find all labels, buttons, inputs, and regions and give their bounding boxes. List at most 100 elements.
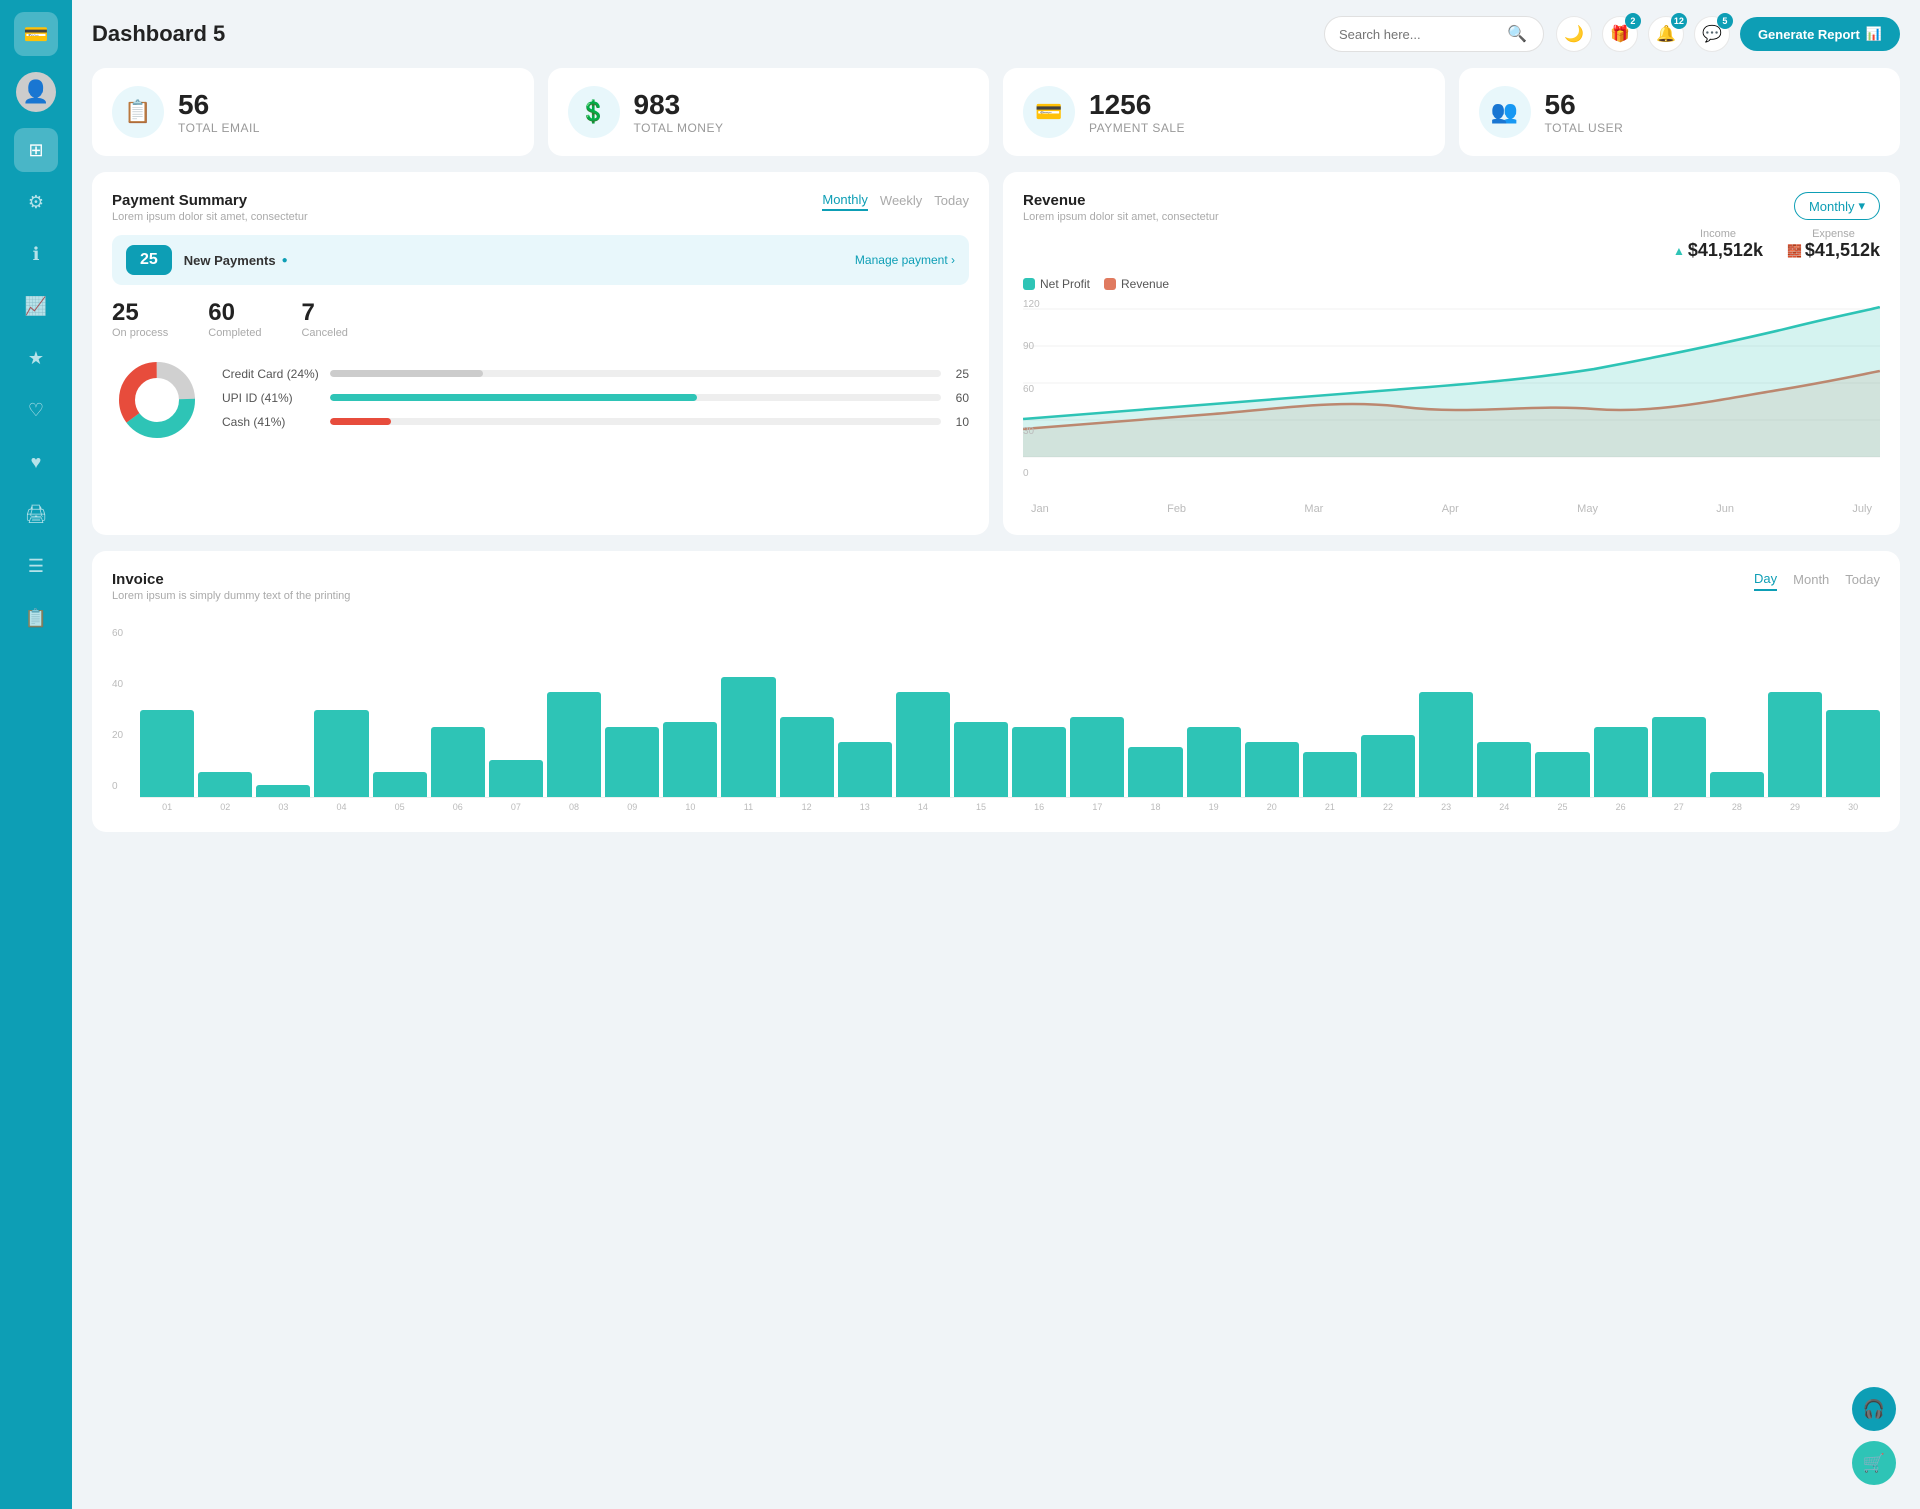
bar-03 [256, 785, 310, 798]
x-label-16: 16 [1012, 802, 1066, 812]
stat-on-process: 25 On process [112, 299, 168, 339]
sidebar-item-settings[interactable]: ⚙ [14, 180, 58, 224]
bar-row-cash: Cash (41%) 10 [222, 415, 969, 429]
bar-29 [1768, 692, 1822, 797]
x-label-07: 07 [489, 802, 543, 812]
generate-report-button[interactable]: Generate Report 📊 [1740, 17, 1900, 51]
inv-y-40: 40 [112, 679, 123, 690]
gift-notification-btn[interactable]: 🎁 2 [1602, 16, 1638, 52]
sidebar-item-list[interactable]: 📋 [14, 596, 58, 640]
sidebar-item-print[interactable]: 🖨 [14, 492, 58, 536]
bar-col-28 [1710, 628, 1764, 797]
payment-icon-box: 💳 [1023, 86, 1075, 138]
x-label-06: 06 [431, 802, 485, 812]
tab-today-invoice[interactable]: Today [1845, 571, 1880, 591]
revenue-monthly-btn[interactable]: Monthly ▾ [1794, 192, 1880, 220]
bar-col-24 [1477, 628, 1531, 797]
stat-value-user: 56 [1545, 89, 1624, 121]
sidebar-item-favorites[interactable]: ★ [14, 336, 58, 380]
tab-month-invoice[interactable]: Month [1793, 571, 1829, 591]
search-box[interactable]: 🔍 [1324, 16, 1544, 52]
search-input[interactable] [1339, 27, 1499, 42]
x-label-25: 25 [1535, 802, 1589, 812]
x-label-27: 27 [1652, 802, 1706, 812]
x-label-24: 24 [1477, 802, 1531, 812]
bar-col-09 [605, 628, 659, 797]
chat-notification-btn[interactable]: 💬 5 [1694, 16, 1730, 52]
bar-col-12 [780, 628, 834, 797]
bar-bg-cash [330, 418, 941, 425]
revenue-legend: Net Profit Revenue [1023, 277, 1880, 291]
sidebar-logo[interactable]: 💳 [14, 12, 58, 56]
bar-col-16 [1012, 628, 1066, 797]
chat-badge: 5 [1717, 13, 1733, 29]
invoice-tab-group: Day Month Today [1754, 571, 1880, 591]
menu-icon: ☰ [28, 556, 44, 577]
bar-label-creditcard: Credit Card (24%) [222, 367, 322, 381]
stat-label-money: TOTAL MONEY [634, 121, 724, 135]
legend-label-profit: Net Profit [1040, 277, 1090, 291]
manage-payment-link[interactable]: Manage payment › [855, 253, 955, 267]
avatar[interactable]: 👤 [16, 72, 56, 112]
canceled-value: 7 [301, 299, 347, 327]
x-label-18: 18 [1128, 802, 1182, 812]
support-float-btn[interactable]: 🎧 [1852, 1387, 1896, 1431]
bar-22 [1361, 735, 1415, 798]
x-label-feb: Feb [1167, 503, 1186, 515]
generate-label: Generate Report [1758, 27, 1860, 42]
sidebar-item-analytics[interactable]: 📈 [14, 284, 58, 328]
cart-float-btn[interactable]: 🛒 [1852, 1441, 1896, 1485]
bar-08 [547, 692, 601, 797]
bar-10 [663, 722, 717, 797]
bar-04 [314, 710, 368, 798]
tab-today-payment[interactable]: Today [934, 192, 969, 211]
page-title: Dashboard 5 [92, 21, 1312, 47]
x-label-03: 03 [256, 802, 310, 812]
sidebar-item-dashboard[interactable]: ⊞ [14, 128, 58, 172]
bar-20 [1245, 742, 1299, 797]
bell-notification-btn[interactable]: 🔔 12 [1648, 16, 1684, 52]
sidebar-item-info[interactable]: ℹ [14, 232, 58, 276]
tab-day-invoice[interactable]: Day [1754, 571, 1777, 591]
legend-dot-revenue [1104, 278, 1116, 290]
main-content: Dashboard 5 🔍 🌙 🎁 2 🔔 12 💬 5 Generate Re… [72, 0, 1920, 1509]
bar-col-15 [954, 628, 1008, 797]
chevron-down-icon: ▾ [1858, 198, 1865, 214]
x-label-08: 08 [547, 802, 601, 812]
payment-summary-subtitle: Lorem ipsum dolor sit amet, consectetur [112, 211, 308, 223]
on-process-value: 25 [112, 299, 168, 327]
sidebar-item-wishlist[interactable]: ♡ [14, 388, 58, 432]
bar-30 [1826, 710, 1880, 798]
dark-mode-toggle[interactable]: 🌙 [1556, 16, 1592, 52]
tab-weekly-payment[interactable]: Weekly [880, 192, 922, 211]
completed-label: Completed [208, 327, 261, 339]
bar-09 [605, 727, 659, 797]
bar-col-23 [1419, 628, 1473, 797]
stat-value-payment: 1256 [1089, 89, 1185, 121]
stat-card-user: 👥 56 TOTAL USER [1459, 68, 1901, 156]
bar-col-07 [489, 628, 543, 797]
bar-06 [431, 727, 485, 797]
bar-col-18 [1128, 628, 1182, 797]
float-buttons: 🎧 🛒 [1852, 1387, 1896, 1485]
new-payments-row: 25 New Payments ● Manage payment › [112, 235, 969, 285]
sidebar-item-liked[interactable]: ♥ [14, 440, 58, 484]
legend-dot-profit [1023, 278, 1035, 290]
invoice-bar-chart [140, 628, 1880, 798]
bar-col-26 [1594, 628, 1648, 797]
bar-15 [954, 722, 1008, 797]
stat-value-email: 56 [178, 89, 260, 121]
x-label-23: 23 [1419, 802, 1473, 812]
invoice-title: Invoice [112, 571, 350, 588]
sidebar: 💳 👤 ⊞ ⚙ ℹ 📈 ★ ♡ ♥ 🖨 ☰ 📋 [0, 0, 72, 1509]
x-label-26: 26 [1594, 802, 1648, 812]
sidebar-item-menu[interactable]: ☰ [14, 544, 58, 588]
list-icon: 📋 [25, 608, 47, 629]
tab-monthly-payment[interactable]: Monthly [822, 192, 868, 211]
search-icon[interactable]: 🔍 [1507, 24, 1527, 44]
x-label-10: 10 [663, 802, 717, 812]
on-process-label: On process [112, 327, 168, 339]
canceled-label: Canceled [301, 327, 347, 339]
bar-bg-upi [330, 394, 941, 401]
invoice-subtitle: Lorem ipsum is simply dummy text of the … [112, 590, 350, 602]
